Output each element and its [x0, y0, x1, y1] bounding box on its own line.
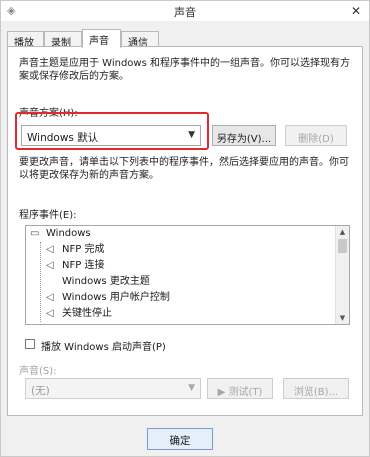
title-bar: ◈ 声音 ✕	[1, 1, 369, 21]
browse-button[interactable]: 浏览(B)...	[283, 378, 349, 399]
tab-playback[interactable]: 播放	[7, 31, 44, 49]
tab-sounds[interactable]: 声音	[82, 29, 121, 48]
scheme-label: 声音方案(H):	[19, 108, 78, 119]
theme-description-line: 声音主题是应用于 Windows 和程序事件中的一组声音。你可以选择现有方	[19, 58, 350, 69]
list-item-label: Windows 更改主题	[62, 276, 150, 287]
list-item-label: Windows 用户帐户控制	[62, 292, 170, 303]
program-events-list[interactable]: ▭ Windows ◁ NFP 完成 ◁ NFP 连接 Windows 更改主题…	[25, 225, 350, 325]
theme-description: 声音主题是应用于 Windows 和程序事件中的一组声音。你可以选择现有方 案或…	[19, 57, 350, 83]
events-scrollbar[interactable]: ▲ ▼	[335, 226, 349, 324]
windows-icon: ▭	[30, 228, 40, 239]
save-as-button[interactable]: 另存为(V)...	[212, 125, 276, 146]
sound-scheme-select[interactable]: Windows 默认 ▼	[21, 125, 201, 146]
tab-recording[interactable]: 录制	[44, 31, 82, 49]
speaker-icon: ◁	[46, 260, 54, 271]
ok-button[interactable]: 确定	[147, 428, 213, 450]
sound-dialog: ◈ 声音 ✕ 播放 录制 声音 通信 声音主题是应用于 Windows 和程序事…	[0, 0, 370, 457]
scroll-up-icon[interactable]: ▲	[336, 226, 349, 238]
chevron-down-icon: ▼	[188, 383, 195, 393]
scroll-thumb[interactable]	[338, 239, 347, 253]
theme-description-line: 案或保存修改后的方案。	[19, 71, 129, 82]
delete-button[interactable]: 删除(D)	[285, 125, 347, 146]
list-item-label: NFP 连接	[62, 260, 105, 271]
instruction-line: 要更改声音，请单击以下列表中的程序事件，然后选择要应用的声音。你可	[19, 157, 349, 168]
play-icon: ▶	[217, 387, 229, 398]
scroll-down-icon[interactable]: ▼	[336, 312, 349, 324]
list-item-label: NFP 完成	[62, 244, 105, 255]
speaker-icon: ◁	[46, 308, 54, 319]
startup-sound-label: 播放 Windows 启动声音(P)	[41, 342, 166, 353]
sound-value: (无)	[31, 385, 50, 397]
test-button[interactable]: ▶ 测试(T)	[207, 378, 273, 399]
startup-sound-checkbox[interactable]	[25, 339, 35, 349]
instruction-text: 要更改声音，请单击以下列表中的程序事件，然后选择要应用的声音。你可 以将更改保存…	[19, 156, 349, 182]
close-icon[interactable]: ✕	[349, 4, 363, 18]
instruction-line: 以将更改保存为新的声音方案。	[19, 170, 159, 181]
chevron-down-icon: ▼	[188, 130, 195, 140]
sound-label: 声音(S):	[19, 366, 57, 377]
speaker-icon: ◁	[46, 292, 54, 303]
tree-line	[40, 242, 41, 322]
tab-communications[interactable]: 通信	[121, 31, 159, 49]
list-item-label: Windows	[46, 228, 91, 239]
sound-select[interactable]: (无) ▼	[25, 378, 201, 399]
test-button-label: 测试(T)	[228, 387, 263, 398]
speaker-icon: ◁	[46, 244, 54, 255]
window-title: 声音	[174, 6, 196, 19]
list-item-label: 关键性停止	[62, 308, 112, 319]
program-events-label: 程序事件(E):	[19, 210, 77, 221]
sound-scheme-value: Windows 默认	[27, 132, 99, 144]
